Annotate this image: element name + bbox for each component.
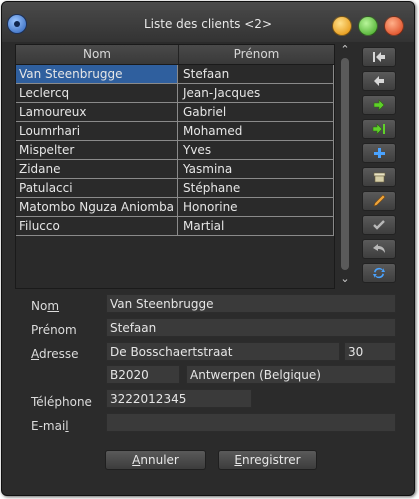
table-row[interactable]: Filucco Martial <box>16 217 334 236</box>
table-row[interactable]: Loumrhari Mohamed <box>16 122 334 141</box>
confirm-icon <box>373 220 385 230</box>
next-record-icon <box>373 99 385 111</box>
cell-nom: Leclercq <box>16 84 178 102</box>
postal-code-field[interactable]: B2020 <box>106 365 180 384</box>
nom-label-accel: m <box>47 299 60 313</box>
delete-record-button[interactable] <box>362 167 396 187</box>
edit-record-icon <box>373 194 386 207</box>
cell-prenom: Martial <box>179 217 334 235</box>
window-title: Liste des clients <2> <box>143 17 272 31</box>
adresse-label: Adresse <box>31 347 79 361</box>
table-row[interactable]: Zidane Yasmina <box>16 160 334 179</box>
email-field[interactable] <box>106 413 396 432</box>
email-label-text: E-mai <box>31 419 66 433</box>
cell-prenom: Jean-Jacques <box>179 84 334 102</box>
adresse-label-text: dresse <box>39 347 79 361</box>
cell-prenom: Yves <box>179 141 334 159</box>
adresse-label-accel: A <box>31 347 39 361</box>
cell-prenom: Gabriel <box>179 103 334 121</box>
table-row[interactable]: Patulacci Stéphane <box>16 179 334 198</box>
city-field[interactable]: Antwerpen (Belgique) <box>186 365 396 384</box>
table-row[interactable]: Leclercq Jean-Jacques <box>16 84 334 103</box>
cell-prenom: Yasmina <box>179 160 334 178</box>
first-record-icon <box>373 52 385 62</box>
telephone-label: Téléphone <box>31 395 92 409</box>
clients-table[interactable]: Nom Prénom Van Steenbrugge Stefaan Lecle… <box>15 44 335 289</box>
cell-prenom: Honorine <box>179 198 334 216</box>
add-record-icon <box>374 148 385 158</box>
column-header-prenom[interactable]: Prénom <box>179 47 334 61</box>
first-record-button[interactable] <box>362 47 396 67</box>
save-label: nregistrer <box>242 453 301 467</box>
table-header: Nom Prénom <box>16 45 334 65</box>
table-row[interactable]: Van Steenbrugge Stefaan <box>16 65 334 84</box>
table-row[interactable]: Lamoureux Gabriel <box>16 103 334 122</box>
cell-prenom: Stéphane <box>179 179 334 197</box>
cell-nom: Mispelter <box>16 141 178 159</box>
refresh-icon <box>373 267 385 279</box>
column-header-nom[interactable]: Nom <box>16 47 178 61</box>
maximize-button[interactable] <box>358 16 378 36</box>
prenom-field[interactable]: Stefaan <box>106 318 396 337</box>
cell-prenom: Stefaan <box>179 65 334 83</box>
save-accel: E <box>234 453 243 467</box>
minimize-button[interactable] <box>332 16 352 36</box>
nom-field[interactable]: Van Steenbrugge <box>106 294 396 313</box>
delete-record-icon <box>373 172 386 183</box>
cell-nom: Van Steenbrugge <box>16 65 178 83</box>
email-label: E-mail <box>31 419 69 433</box>
house-number-field[interactable]: 30 <box>344 342 396 361</box>
scroll-down-icon[interactable]: ⌄ <box>337 273 353 285</box>
last-record-icon <box>372 123 385 135</box>
add-record-button[interactable] <box>362 143 396 163</box>
street-field[interactable]: De Bosschaertstraat <box>106 342 340 361</box>
cell-nom: Loumrhari <box>16 122 178 140</box>
undo-button[interactable] <box>362 239 396 259</box>
title-bar[interactable]: Liste des clients <2> <box>2 2 414 42</box>
cell-prenom: Mohamed <box>179 122 334 140</box>
clients-window: Liste des clients <2> Nom Prénom Van Ste… <box>1 1 415 496</box>
cell-nom: Zidane <box>16 160 178 178</box>
save-button[interactable]: Enregistrer <box>218 450 317 470</box>
prenom-label: Prénom <box>31 323 77 337</box>
cell-nom: Lamoureux <box>16 103 178 121</box>
cell-nom: Filucco <box>16 217 178 235</box>
last-record-button[interactable] <box>362 119 396 139</box>
table-row[interactable]: Matombo Nguza Aniomba Honorine <box>16 198 334 217</box>
nom-label: Nom <box>31 299 59 313</box>
scrollbar-thumb[interactable] <box>341 58 349 270</box>
edit-record-button[interactable] <box>362 191 396 211</box>
close-button[interactable] <box>384 16 404 36</box>
undo-icon <box>373 244 385 253</box>
confirm-button[interactable] <box>362 215 396 235</box>
table-scrollbar[interactable]: ⌃ ⌄ <box>337 44 353 287</box>
next-record-button[interactable] <box>362 95 396 115</box>
refresh-button[interactable] <box>362 263 396 283</box>
table-row[interactable]: Mispelter Yves <box>16 141 334 160</box>
scroll-up-icon[interactable]: ⌃ <box>337 44 353 56</box>
cancel-label: nnuler <box>140 453 179 467</box>
cell-nom: Matombo Nguza Aniomba <box>16 198 178 216</box>
previous-record-button[interactable] <box>362 71 396 91</box>
cancel-button[interactable]: Annuler <box>105 450 206 470</box>
nom-label-text: No <box>31 299 48 313</box>
email-label-accel: l <box>65 419 69 433</box>
previous-record-icon <box>374 76 384 86</box>
telephone-field[interactable]: 3222012345 <box>106 389 252 408</box>
cell-nom: Patulacci <box>16 179 178 197</box>
